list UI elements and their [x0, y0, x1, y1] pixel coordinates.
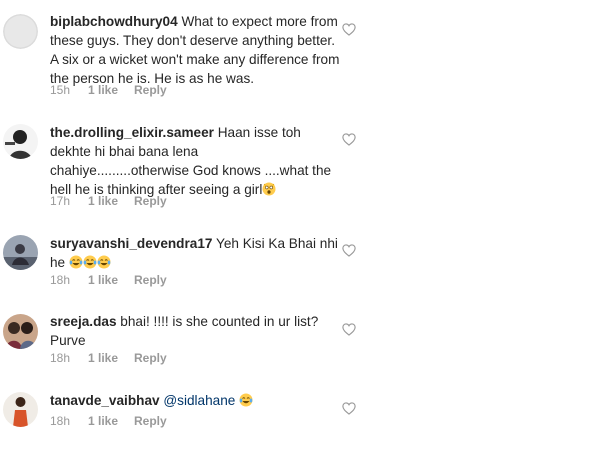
- comment-time[interactable]: 18h: [50, 414, 88, 428]
- comment-likes[interactable]: 1 like: [88, 273, 134, 287]
- comment-meta: 17h 1 like Reply: [50, 194, 167, 208]
- comment-meta: 18h 1 like Reply: [50, 273, 167, 287]
- comment-time[interactable]: 15h: [50, 83, 88, 97]
- comment-body: tanavde_vaibhav @sidlahane: [50, 391, 340, 410]
- heart-icon[interactable]: [342, 244, 356, 257]
- reply-button[interactable]: Reply: [134, 273, 167, 287]
- comment-meta: 18h 1 like Reply: [50, 351, 167, 365]
- tears-of-joy-emoji: [239, 393, 253, 407]
- reply-button[interactable]: Reply: [134, 351, 167, 365]
- comment-time[interactable]: 17h: [50, 194, 88, 208]
- comment-username[interactable]: sreeja.das: [50, 314, 117, 329]
- comment-likes[interactable]: 1 like: [88, 414, 134, 428]
- profile-photo-icon[interactable]: [3, 314, 38, 349]
- heart-icon[interactable]: [342, 133, 356, 146]
- comment-body: suryavanshi_devendra17 Yeh Kisi Ka Bhai …: [50, 234, 340, 272]
- heart-icon[interactable]: [342, 323, 356, 336]
- comment-username[interactable]: the.drolling_elixir.sameer: [50, 125, 214, 140]
- comment-body: sreeja.das bhai! !!!! is she counted in …: [50, 312, 340, 350]
- reply-button[interactable]: Reply: [134, 83, 167, 97]
- reply-button[interactable]: Reply: [134, 194, 167, 208]
- tears-of-joy-emoji: [69, 255, 83, 269]
- comment-meta: 18h 1 like Reply: [50, 414, 167, 428]
- reply-button[interactable]: Reply: [134, 414, 167, 428]
- comment-body: biplabchowdhury04 What to expect more fr…: [50, 12, 340, 88]
- mention-link[interactable]: @sidlahane: [163, 393, 235, 408]
- comment-username[interactable]: biplabchowdhury04: [50, 14, 178, 29]
- comment-likes[interactable]: 1 like: [88, 83, 134, 97]
- profile-photo-icon[interactable]: [3, 235, 38, 270]
- comment-body: the.drolling_elixir.sameer Haan isse toh…: [50, 123, 340, 199]
- tears-of-joy-emoji: [83, 255, 97, 269]
- comment-likes[interactable]: 1 like: [88, 194, 134, 208]
- heart-icon[interactable]: [342, 402, 356, 415]
- tears-of-joy-emoji: [97, 255, 111, 269]
- profile-photo-icon[interactable]: [3, 392, 38, 427]
- profile-photo-icon[interactable]: [3, 124, 38, 159]
- comment-time[interactable]: 18h: [50, 351, 88, 365]
- comment-time[interactable]: 18h: [50, 273, 88, 287]
- heart-icon[interactable]: [342, 23, 356, 36]
- shocked-face-emoji: [262, 182, 276, 196]
- comment-meta: 15h 1 like Reply: [50, 83, 167, 97]
- comment-likes[interactable]: 1 like: [88, 351, 134, 365]
- comment-username[interactable]: tanavde_vaibhav: [50, 393, 160, 408]
- comment-username[interactable]: suryavanshi_devendra17: [50, 236, 212, 251]
- default-avatar-icon[interactable]: [3, 14, 38, 49]
